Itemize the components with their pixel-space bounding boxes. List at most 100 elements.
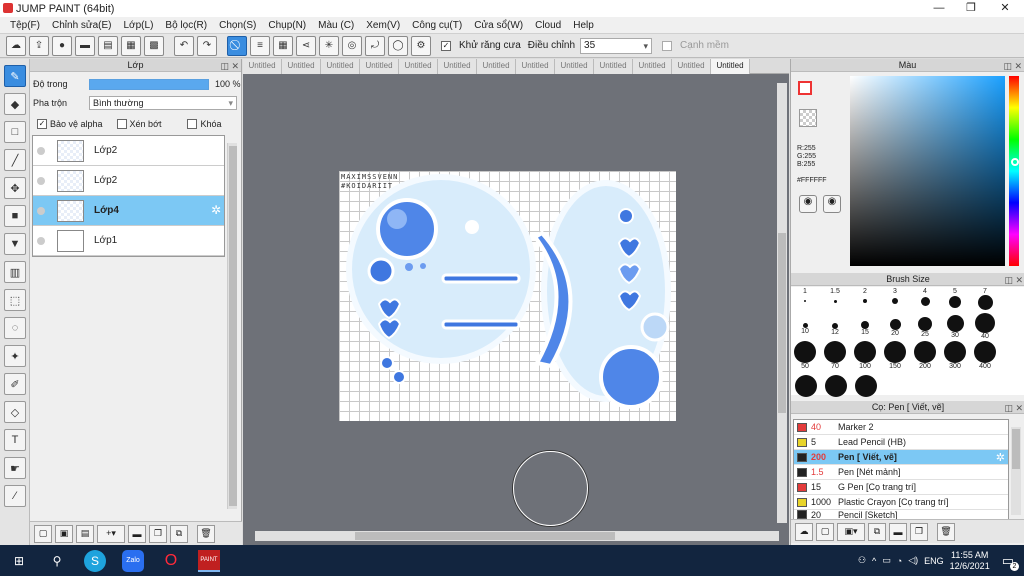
- brush-size-option[interactable]: 2: [851, 288, 879, 303]
- brush-size-option[interactable]: 12: [821, 323, 849, 336]
- menu-tools[interactable]: Công cụ(T): [406, 20, 468, 31]
- adjust-combo[interactable]: 35: [580, 37, 653, 54]
- layer-settings-icon[interactable]: ✲: [211, 203, 221, 217]
- brush-size-option[interactable]: [825, 375, 847, 397]
- comment-icon[interactable]: ▬: [75, 35, 95, 56]
- tab-untitled[interactable]: Untitled: [672, 59, 711, 74]
- menu-help[interactable]: Help: [567, 20, 600, 31]
- minimize-icon[interactable]: —: [922, 0, 956, 17]
- windows-start-icon[interactable]: ⊞: [8, 550, 30, 572]
- tab-untitled[interactable]: Untitled: [633, 59, 672, 74]
- sharp-checkbox[interactable]: [662, 40, 673, 51]
- brush-size-option[interactable]: 300: [941, 341, 969, 370]
- brush-size-option[interactable]: 15: [851, 321, 879, 336]
- tray-chevron-icon[interactable]: ^: [872, 556, 876, 566]
- brush-size-option[interactable]: 7: [971, 288, 999, 310]
- main-color-swatch[interactable]: [798, 81, 812, 95]
- brush-size-option[interactable]: 4: [911, 288, 939, 306]
- brush-trash-icon[interactable]: 🗑: [937, 522, 955, 541]
- rect-select-icon[interactable]: ⬚: [4, 289, 26, 311]
- brush-size-option[interactable]: 30: [941, 315, 969, 339]
- layer-row[interactable]: Lớp2: [33, 136, 224, 166]
- menu-layer[interactable]: Lớp(L): [118, 20, 160, 31]
- pen-item[interactable]: 15 G Pen [Cọ trang trí]: [794, 480, 1008, 495]
- layer-scrollbar[interactable]: [227, 143, 237, 509]
- concentric-icon[interactable]: ◎: [342, 35, 362, 56]
- menu-view[interactable]: Xem(V): [360, 20, 406, 31]
- brush-cloud-icon[interactable]: ☁: [795, 522, 813, 541]
- lock-checkbox[interactable]: [187, 119, 198, 129]
- menu-capture[interactable]: Chụp(N): [262, 20, 312, 31]
- brush-size-option[interactable]: [855, 375, 877, 397]
- menu-cloud[interactable]: Cloud: [529, 20, 567, 31]
- parallel-ruler-icon[interactable]: ≡: [250, 35, 270, 56]
- close-icon[interactable]: ✕: [988, 0, 1022, 17]
- protect-alpha-checkbox[interactable]: ✓: [37, 119, 47, 129]
- layer-row-active[interactable]: Lớp4 ✲: [33, 196, 224, 226]
- brush-size-option[interactable]: 40: [971, 313, 999, 340]
- visibility-icon[interactable]: [37, 206, 45, 215]
- pen-item[interactable]: 1000 Plastic Crayon [Cọ trang trí]: [794, 495, 1008, 510]
- color-plane[interactable]: [850, 76, 1005, 266]
- canvas-horizontal-scrollbar[interactable]: [255, 531, 779, 541]
- brush-size-option[interactable]: 150: [881, 341, 909, 370]
- pen-item[interactable]: 5 Lead Pencil (HB): [794, 435, 1008, 450]
- pen-item[interactable]: 1.5 Pen [Nét mảnh]: [794, 465, 1008, 480]
- pen-settings-icon[interactable]: ✲: [996, 451, 1005, 464]
- select-eraser-icon[interactable]: ◇: [4, 401, 26, 423]
- brush-size-option[interactable]: 5: [941, 288, 969, 308]
- ellipse-ruler-icon[interactable]: ◯: [388, 35, 408, 56]
- radial-icon[interactable]: ✳: [319, 35, 339, 56]
- new-1bit-layer-icon[interactable]: ▤: [76, 524, 94, 543]
- transparent-swatch[interactable]: [799, 109, 817, 127]
- bucket-icon[interactable]: ▼: [4, 233, 26, 255]
- brush-size-option[interactable]: 10: [791, 323, 819, 335]
- tab-untitled[interactable]: Untitled: [399, 59, 438, 74]
- brush-folder-icon[interactable]: ▬: [889, 522, 907, 541]
- skype-icon[interactable]: S: [84, 549, 106, 572]
- folder-icon[interactable]: ▬: [128, 524, 146, 543]
- perspective-icon[interactable]: ⋖: [296, 35, 316, 56]
- merge-icon[interactable]: ⧉: [170, 524, 188, 543]
- visibility-icon[interactable]: [37, 176, 45, 185]
- menu-window[interactable]: Cửa sổ(W): [468, 20, 529, 31]
- lasso-icon[interactable]: ◌: [4, 317, 26, 339]
- clock[interactable]: 11:55 AM 12/6/2021: [950, 550, 990, 572]
- palette-edit-icon[interactable]: ◉: [823, 195, 841, 213]
- hue-slider[interactable]: [1009, 76, 1019, 266]
- brush-menu-icon[interactable]: ▣▾: [837, 522, 865, 541]
- visibility-icon[interactable]: [37, 236, 45, 245]
- zalo-icon[interactable]: Zalo: [122, 549, 144, 572]
- tab-untitled[interactable]: Untitled: [555, 59, 594, 74]
- canvas-vertical-scrollbar[interactable]: [777, 83, 787, 523]
- pen-scrollbar[interactable]: [1011, 427, 1021, 515]
- hue-handle[interactable]: [1011, 158, 1019, 166]
- brush-size-option[interactable]: 70: [821, 341, 849, 370]
- jump-paint-taskbar-icon[interactable]: PAINT: [198, 549, 220, 572]
- hand-icon[interactable]: ☛: [4, 457, 26, 479]
- notification-icon[interactable]: ▭ 2: [1002, 553, 1019, 571]
- redo-icon[interactable]: ↷: [197, 35, 217, 56]
- new-brush-icon[interactable]: ▢: [816, 522, 834, 541]
- search-icon[interactable]: ⚲: [46, 550, 68, 572]
- opera-icon[interactable]: O: [160, 550, 182, 572]
- network-icon[interactable]: ▭: [882, 555, 891, 566]
- pen-item-active[interactable]: 200 Pen [ Viết, vẽ] ✲: [794, 450, 1008, 465]
- tab-untitled[interactable]: Untitled: [594, 59, 633, 74]
- opacity-slider[interactable]: [89, 78, 209, 90]
- drawing-canvas[interactable]: MAXIMSSVENN #KOIDARIIT: [339, 171, 676, 421]
- panel-close-icon[interactable]: ◫ ✕: [1003, 60, 1022, 73]
- tab-untitled[interactable]: Untitled: [243, 59, 282, 74]
- brush-size-option[interactable]: [795, 375, 817, 397]
- antialias-checkbox[interactable]: ✓: [441, 40, 451, 51]
- panel-close-icon[interactable]: ◫ ✕: [1004, 402, 1023, 415]
- menu-edit[interactable]: Chỉnh sửa(E): [46, 20, 118, 31]
- people-icon[interactable]: ⚇: [858, 555, 866, 566]
- brush-size-option[interactable]: 25: [911, 317, 939, 338]
- brush-size-option[interactable]: 1: [791, 288, 819, 302]
- fill-rect-icon[interactable]: ■: [4, 205, 26, 227]
- tab-untitled-active[interactable]: Untitled: [711, 59, 750, 74]
- pen-tool-icon[interactable]: ✎: [4, 65, 26, 87]
- pen-item[interactable]: 40 Marker 2: [794, 420, 1008, 435]
- grid-ruler-icon[interactable]: ▦: [273, 35, 293, 56]
